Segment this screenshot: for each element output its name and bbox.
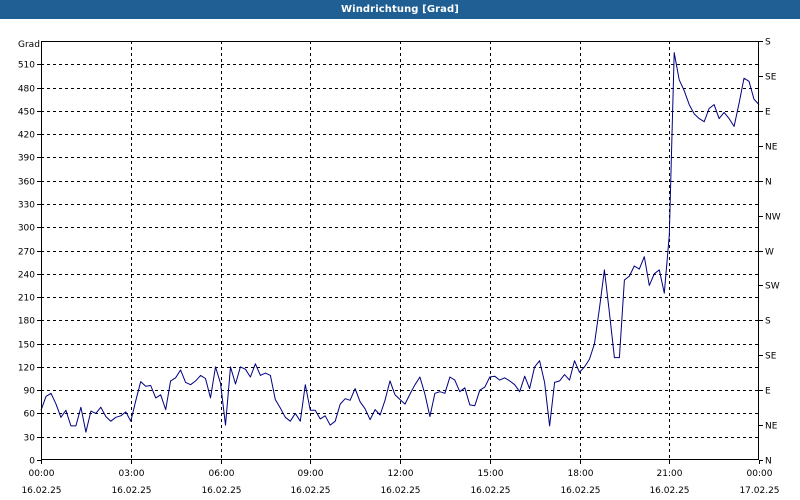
right-tick-label: N: [765, 457, 772, 467]
right-tick-label: NE: [765, 143, 778, 153]
right-axis: N NE E SE S SW W NW N NE E SE S: [759, 38, 781, 467]
y-tick-label: 330: [18, 201, 35, 211]
grid-layer: [41, 41, 759, 460]
right-tick-label: E: [765, 108, 771, 118]
x-tick-date-label: 16.02.25: [201, 486, 241, 496]
x-tick-date-label: 16.02.25: [649, 486, 689, 496]
x-tick-time-label: 00:00: [747, 469, 773, 479]
y-tick-label: 240: [18, 271, 35, 281]
x-axis: 00:00 16.02.25 03:00 16.02.25 06:00 16.02.25 0…: [21, 460, 780, 496]
right-tick-label: N: [765, 178, 772, 188]
x-tick-time-label: 03:00: [119, 469, 145, 479]
y-tick-label: 360: [18, 178, 35, 188]
x-tick-date-label: 16.02.25: [380, 486, 420, 496]
y-tick-label: 120: [18, 364, 35, 374]
y-tick-label: 210: [18, 294, 35, 304]
x-tick-time-label: 09:00: [298, 469, 324, 479]
x-tick-date-label: 16.02.25: [21, 486, 61, 496]
y-tick-label: 420: [18, 131, 35, 141]
y-tick-label: 30: [24, 434, 36, 444]
y-tick-label: 390: [18, 154, 35, 164]
x-tick-date-label: 17.02.25: [739, 486, 779, 496]
y-tick-label: 90: [24, 387, 36, 397]
x-tick-time-label: 15:00: [478, 469, 504, 479]
y-tick-label: 450: [18, 108, 35, 118]
y-tick-label: 0: [29, 457, 35, 467]
y-tick-label: 270: [18, 248, 35, 258]
chart-window: Windrichtung [Grad] 0 30 60 90 120 150 180 210 2…: [0, 0, 800, 500]
right-tick-label: S: [765, 38, 771, 48]
x-tick-time-label: 18:00: [568, 469, 594, 479]
y-tick-label: 180: [18, 317, 35, 327]
y-tick-label: 60: [24, 410, 36, 420]
right-tick-label: W: [765, 248, 774, 258]
y-tick-label: 300: [18, 224, 35, 234]
right-tick-label: SE: [765, 73, 777, 83]
right-tick-label: SW: [765, 282, 780, 292]
x-tick-date-label: 16.02.25: [470, 486, 510, 496]
right-tick-label: NW: [765, 213, 781, 223]
right-tick-label: S: [765, 317, 771, 327]
x-tick-date-label: 16.02.25: [560, 486, 600, 496]
right-tick-label: E: [765, 387, 771, 397]
x-tick-time-label: 06:00: [209, 469, 235, 479]
x-tick-date-label: 16.02.25: [290, 486, 330, 496]
window-title: Windrichtung [Grad]: [341, 4, 459, 15]
x-tick-time-label: 00:00: [29, 469, 55, 479]
window-title-bar: Windrichtung [Grad]: [0, 0, 800, 19]
x-tick-time-label: 21:00: [657, 469, 683, 479]
x-tick-time-label: 12:00: [388, 469, 414, 479]
right-tick-label: NE: [765, 422, 778, 432]
y-axis-label: Grad: [18, 40, 40, 50]
chart-area: 0 30 60 90 120 150 180 210 240 270 300 330 360 390 420…: [0, 19, 800, 500]
right-tick-label: SE: [765, 352, 777, 362]
y-tick-label: 480: [18, 85, 35, 95]
y-tick-label: 150: [18, 341, 35, 351]
y-tick-label: 510: [18, 61, 35, 71]
wind-direction-chart: 0 30 60 90 120 150 180 210 240 270 300 330 360 390 420…: [18, 38, 781, 497]
left-axis: 0 30 60 90 120 150 180 210 240 270 300 330 360 390 420…: [18, 61, 41, 467]
x-tick-date-label: 16.02.25: [111, 486, 151, 496]
